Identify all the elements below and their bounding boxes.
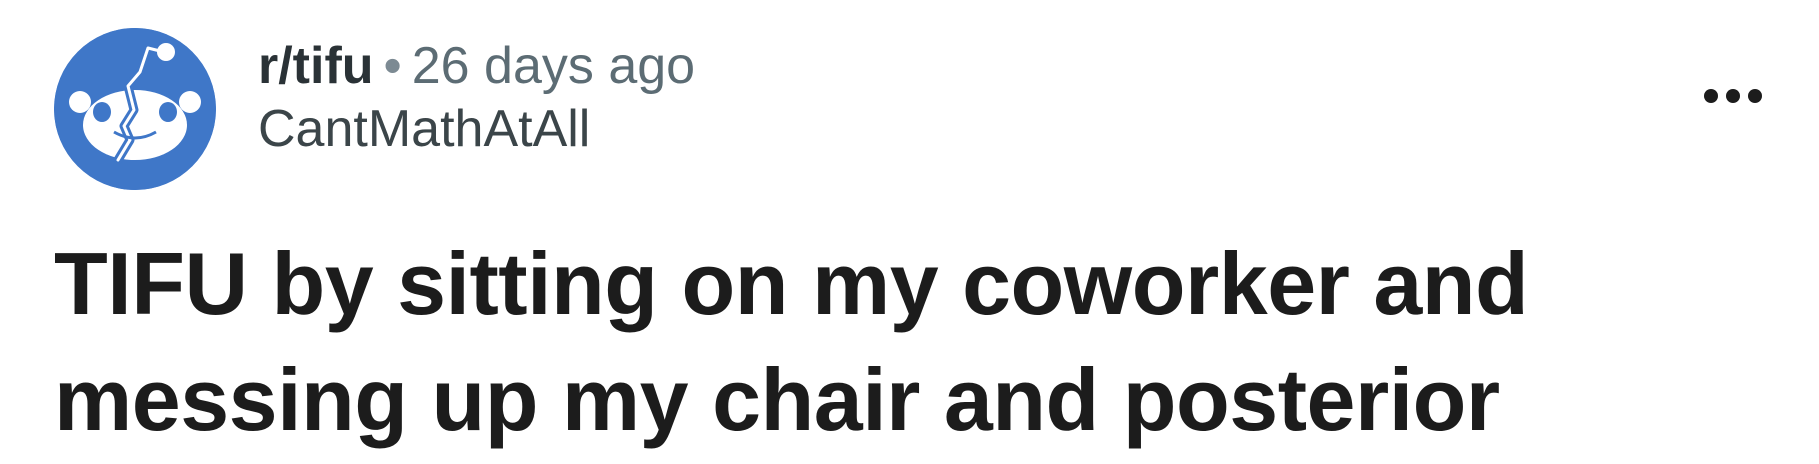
- dot: [1704, 89, 1718, 103]
- more-options-icon[interactable]: [1696, 76, 1770, 116]
- post-meta: r/tifu • 26 days ago CantMathAtAll: [258, 34, 695, 160]
- subreddit-avatar-icon[interactable]: [54, 28, 216, 190]
- author-link[interactable]: CantMathAtAll: [258, 98, 695, 160]
- meta-line: r/tifu • 26 days ago: [258, 34, 695, 98]
- post-header: r/tifu • 26 days ago CantMathAtAll: [54, 28, 1774, 190]
- subreddit-link[interactable]: r/tifu: [258, 37, 374, 95]
- post-timestamp: 26 days ago: [411, 37, 696, 95]
- post-title[interactable]: TIFU by sitting on my coworker and messi…: [54, 226, 1734, 458]
- dot: [1726, 89, 1740, 103]
- dot: [1748, 89, 1762, 103]
- snoo-icon: [54, 28, 216, 190]
- meta-separator: •: [383, 37, 402, 95]
